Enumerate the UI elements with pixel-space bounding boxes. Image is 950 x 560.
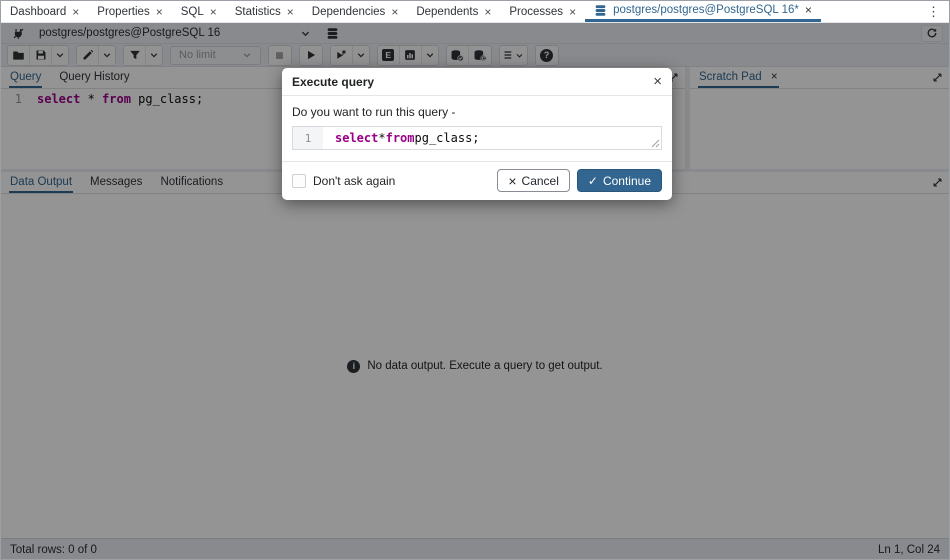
close-icon[interactable]: ×: [287, 6, 294, 18]
continue-label: Continue: [603, 174, 651, 188]
dialog-sql-preview: 1 select * from pg_class;: [292, 126, 662, 150]
tab-properties[interactable]: Properties ×: [88, 1, 171, 22]
tab-dependencies[interactable]: Dependencies ×: [303, 1, 408, 22]
sql-keyword: from: [386, 131, 415, 145]
sql-keyword: select: [335, 131, 378, 145]
close-icon[interactable]: ×: [210, 6, 217, 18]
tab-dashboard[interactable]: Dashboard ×: [1, 1, 88, 22]
tab-label: Properties: [97, 6, 149, 18]
close-icon[interactable]: ×: [391, 6, 398, 18]
query-tool-body: postgres/postgres@PostgreSQL 16: [1, 23, 949, 560]
close-icon[interactable]: ×: [156, 6, 163, 18]
sql-text: pg_class;: [415, 131, 480, 145]
tab-label: Dependencies: [312, 6, 386, 18]
close-icon[interactable]: ×: [484, 6, 491, 18]
close-icon[interactable]: ×: [72, 6, 79, 18]
resize-grip-icon[interactable]: [651, 139, 660, 148]
tab-sql[interactable]: SQL ×: [172, 1, 226, 22]
tab-label: SQL: [181, 6, 204, 18]
dialog-code-line: select * from pg_class;: [323, 127, 480, 149]
dialog-header[interactable]: Execute query ×: [282, 68, 672, 96]
tab-label: Dependents: [416, 6, 478, 18]
cancel-button[interactable]: × Cancel: [497, 169, 570, 192]
tab-label: Statistics: [235, 6, 281, 18]
tab-processes[interactable]: Processes ×: [500, 1, 585, 22]
dialog-body: Do you want to run this query - 1 select…: [282, 96, 672, 150]
close-icon[interactable]: ×: [805, 4, 812, 16]
dont-ask-again-option[interactable]: Don't ask again: [292, 174, 395, 188]
top-tab-bar: Dashboard × Properties × SQL × Statistic…: [1, 1, 949, 23]
cancel-label: Cancel: [522, 174, 559, 188]
check-icon: ✓: [588, 174, 598, 188]
tab-label: Processes: [509, 6, 563, 18]
tab-statistics[interactable]: Statistics ×: [226, 1, 303, 22]
dialog-footer: Don't ask again × Cancel ✓ Continue: [282, 161, 672, 200]
tab-label: postgres/postgres@PostgreSQL 16*: [613, 4, 799, 16]
dialog-line-number: 1: [293, 127, 323, 149]
close-icon[interactable]: ×: [653, 74, 662, 89]
continue-button[interactable]: ✓ Continue: [577, 169, 662, 192]
sql-text: *: [378, 131, 385, 145]
close-icon[interactable]: ×: [569, 6, 576, 18]
tab-dependents[interactable]: Dependents ×: [407, 1, 500, 22]
kebab-menu-icon[interactable]: ⋮: [918, 1, 949, 22]
dialog-prompt: Do you want to run this query -: [292, 105, 662, 119]
dialog-title: Execute query: [292, 75, 374, 89]
tab-label: Dashboard: [10, 6, 66, 18]
dialog-buttons: × Cancel ✓ Continue: [497, 169, 662, 192]
tab-query-tool-active[interactable]: postgres/postgres@PostgreSQL 16* ×: [585, 1, 821, 22]
close-icon: ×: [508, 173, 516, 189]
database-stack-icon: [594, 4, 607, 17]
pgadmin-query-tool-window: Dashboard × Properties × SQL × Statistic…: [0, 0, 950, 560]
execute-query-dialog: Execute query × Do you want to run this …: [282, 68, 672, 200]
dont-ask-checkbox[interactable]: [292, 174, 306, 188]
dont-ask-label: Don't ask again: [313, 174, 395, 188]
